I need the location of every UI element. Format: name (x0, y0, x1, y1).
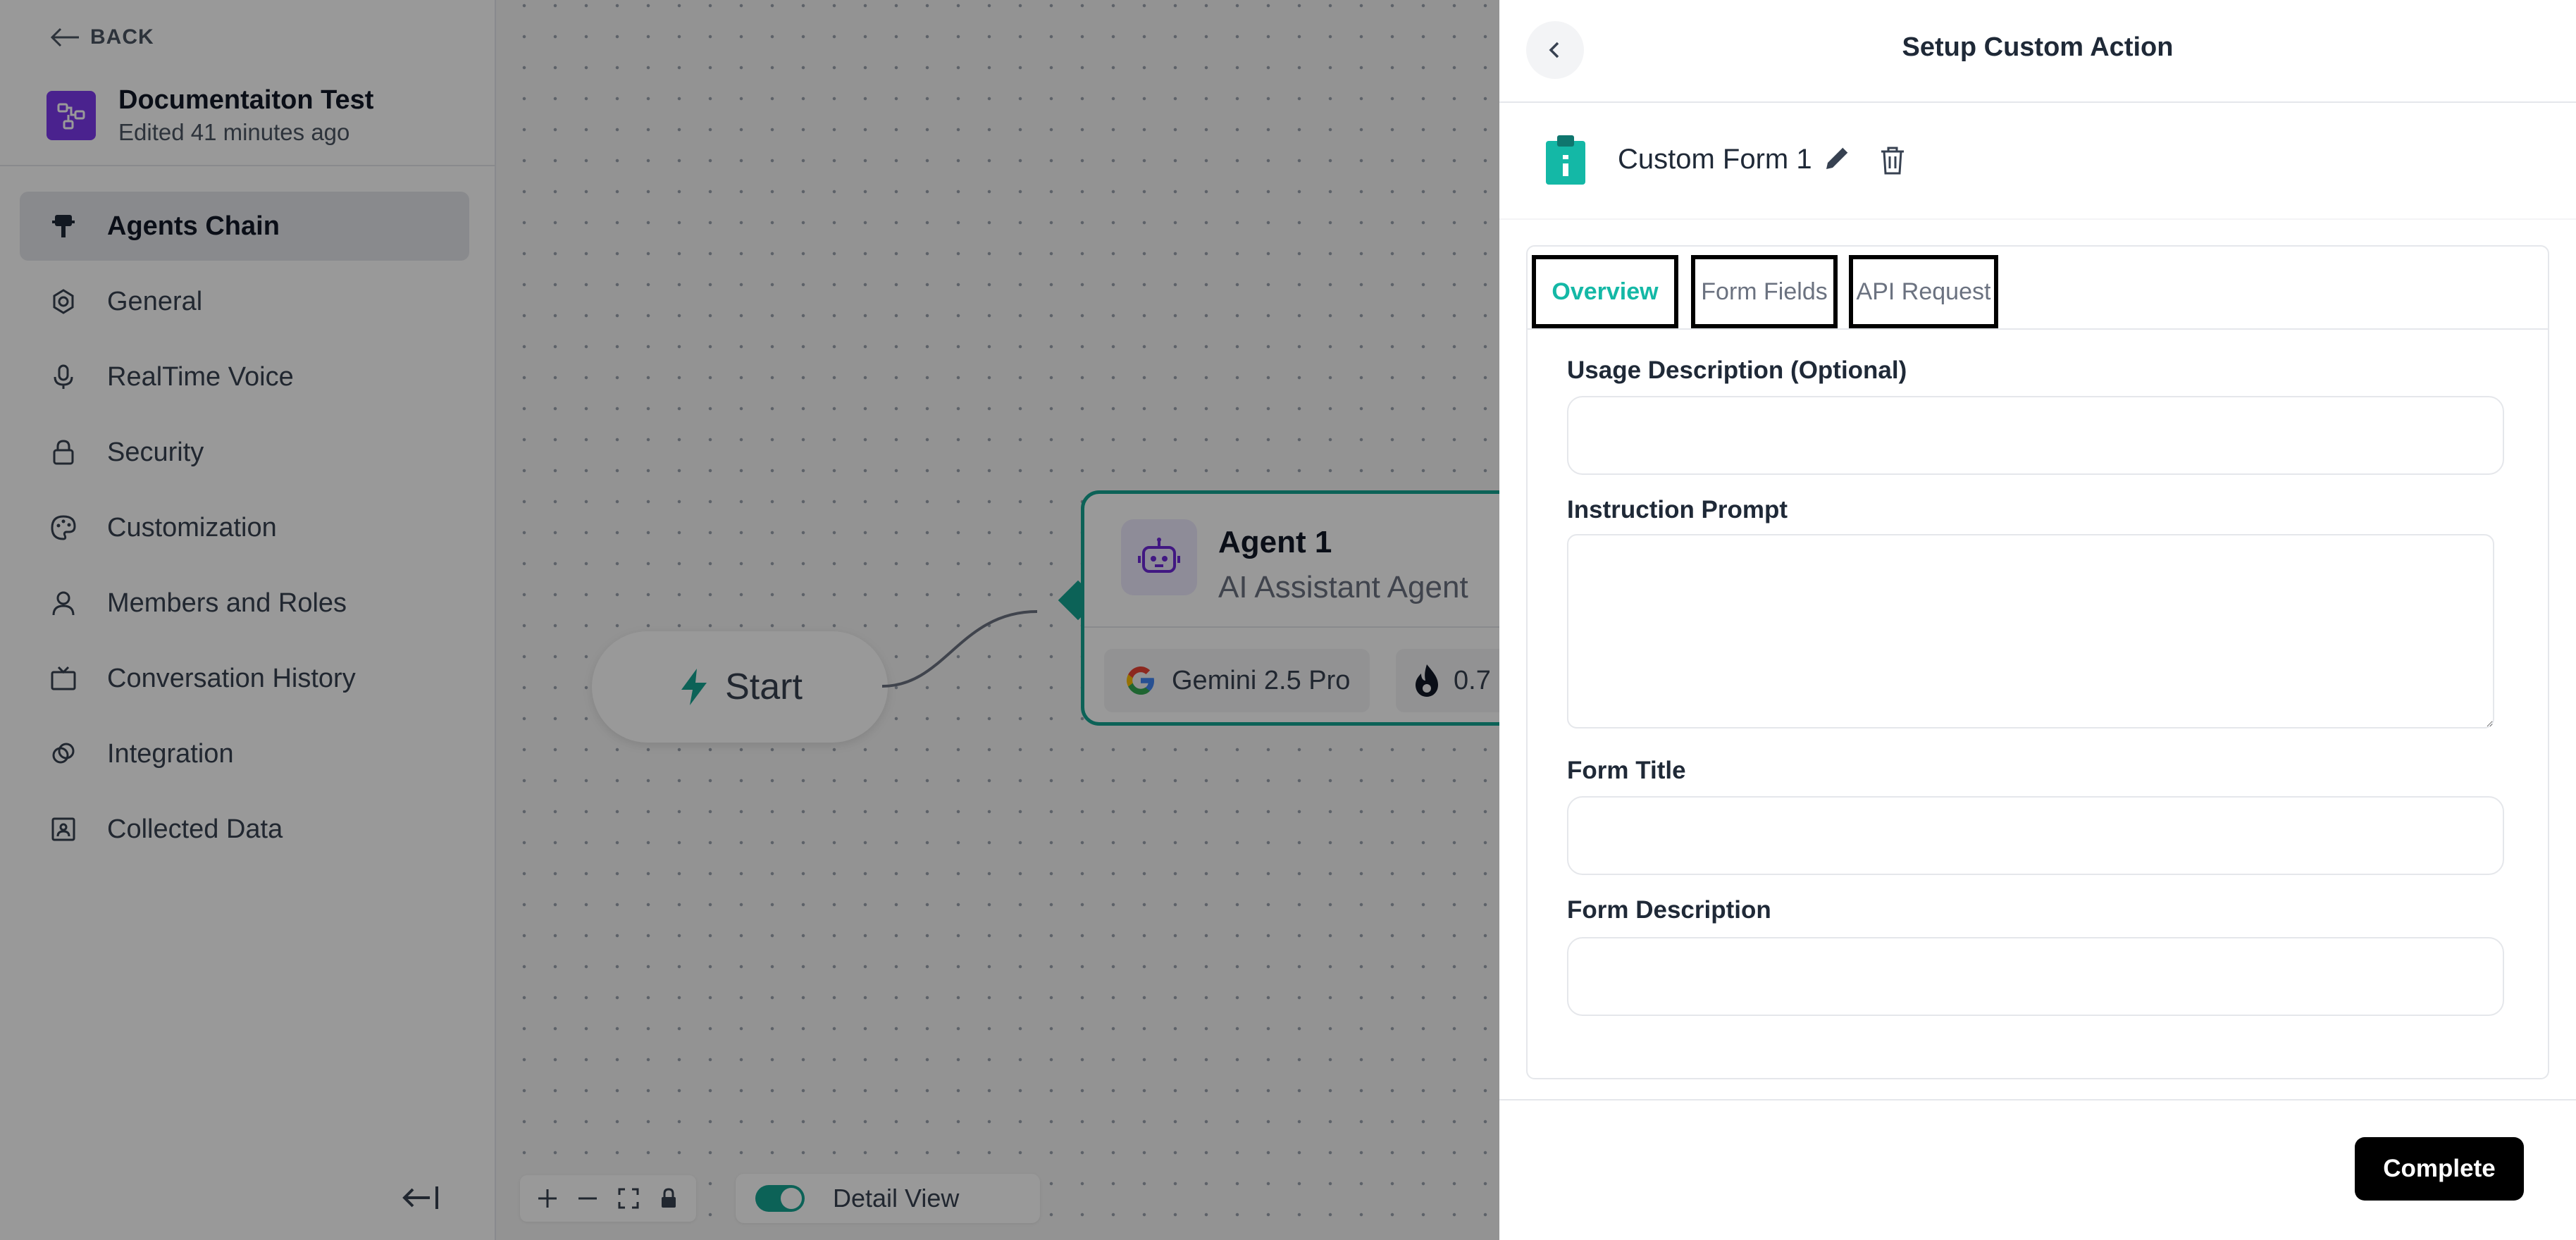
form-name-row: Custom Form 1 (1499, 103, 2576, 220)
tab-api-request[interactable]: API Request (1849, 255, 1998, 328)
usage-description-input[interactable] (1567, 396, 2504, 475)
panel-back-button[interactable] (1526, 21, 1584, 79)
setup-custom-action-panel: Setup Custom Action Custom Form 1 Overvi… (1499, 0, 2576, 1240)
pencil-icon[interactable] (1822, 142, 1853, 173)
tab-bar: Overview Form Fields API Request (1528, 247, 2548, 330)
modal-backdrop[interactable] (0, 0, 1499, 1240)
form-title-label: Form Title (1567, 757, 1686, 784)
clipboard-icon (1546, 135, 1585, 185)
form-title-input[interactable] (1567, 796, 2504, 875)
tab-overview[interactable]: Overview (1532, 255, 1678, 328)
instruction-prompt-label: Instruction Prompt (1567, 496, 1788, 523)
panel-header: Setup Custom Action (1499, 0, 2576, 103)
form-description-label: Form Description (1567, 896, 1771, 924)
form-description-input[interactable] (1567, 937, 2504, 1016)
panel-title: Setup Custom Action (1902, 32, 2174, 62)
complete-button[interactable]: Complete (2355, 1137, 2524, 1201)
chevron-left-icon (1549, 42, 1559, 58)
form-card: Overview Form Fields API Request Usage D… (1526, 245, 2549, 1079)
panel-footer: Complete (1499, 1099, 2576, 1240)
trash-icon[interactable] (1878, 145, 1907, 176)
tab-form-fields[interactable]: Form Fields (1691, 255, 1838, 328)
form-name: Custom Form 1 (1618, 144, 1812, 175)
instruction-prompt-input[interactable] (1567, 534, 2494, 728)
usage-description-label: Usage Description (Optional) (1567, 356, 1907, 384)
